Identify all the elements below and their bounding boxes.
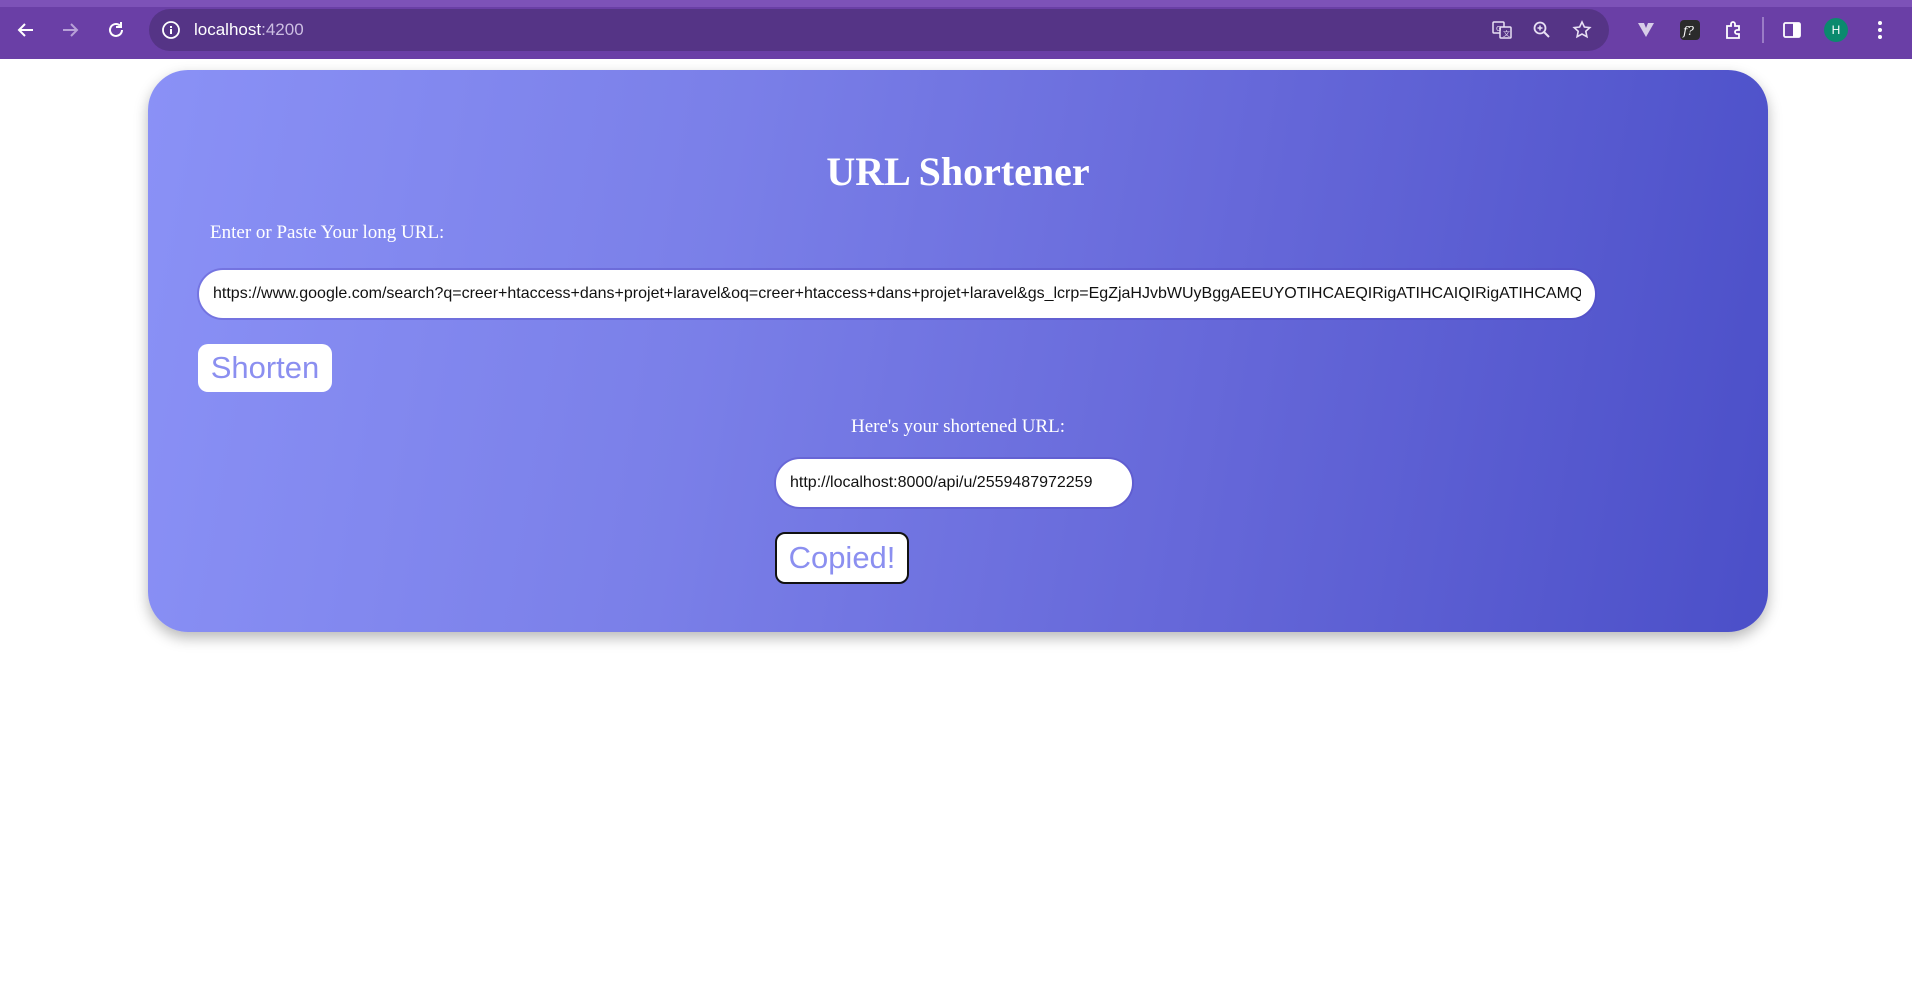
- profile-button[interactable]: H: [1814, 13, 1858, 47]
- browser-toolbar: localhost:4200 G文 f? H: [0, 0, 1912, 59]
- address-bar[interactable]: localhost:4200 G文: [149, 9, 1609, 51]
- bookmark-star-icon[interactable]: [1567, 18, 1597, 42]
- translate-icon[interactable]: G文: [1487, 18, 1517, 42]
- extension-v-icon[interactable]: [1624, 13, 1668, 47]
- tab-strip: [0, 0, 1912, 7]
- toolbar-divider: [1762, 17, 1764, 43]
- site-info-icon[interactable]: [159, 18, 183, 42]
- shortener-card: URL Shortener Enter or Paste Your long U…: [148, 70, 1768, 632]
- extensions-puzzle-icon[interactable]: [1712, 13, 1756, 47]
- reload-icon: [109, 22, 123, 37]
- url-host: localhost: [194, 20, 262, 39]
- copy-button[interactable]: Copied!: [775, 532, 909, 584]
- menu-dots-icon[interactable]: [1858, 13, 1902, 47]
- long-url-label: Enter or Paste Your long URL:: [210, 222, 445, 243]
- long-url-input[interactable]: [199, 270, 1595, 318]
- page-title: URL Shortener: [826, 149, 1090, 194]
- reload-button[interactable]: [100, 15, 132, 45]
- shorten-button[interactable]: Shorten: [198, 344, 332, 392]
- extension-fx-icon[interactable]: f?: [1668, 13, 1712, 47]
- short-url-output[interactable]: [776, 459, 1132, 507]
- address-url: localhost:4200: [194, 20, 304, 40]
- svg-text:G: G: [1496, 25, 1501, 33]
- url-port: :4200: [261, 20, 304, 39]
- zoom-icon[interactable]: [1527, 18, 1557, 42]
- back-button[interactable]: [10, 15, 42, 45]
- forward-icon: [63, 23, 79, 37]
- side-panel-icon[interactable]: [1770, 13, 1814, 47]
- forward-button[interactable]: [54, 15, 86, 45]
- svg-text:文: 文: [1503, 29, 1510, 38]
- profile-avatar: H: [1824, 18, 1848, 42]
- back-icon: [17, 23, 33, 37]
- svg-text:f?: f?: [1682, 24, 1694, 38]
- short-url-label: Here's your shortened URL:: [851, 416, 1065, 437]
